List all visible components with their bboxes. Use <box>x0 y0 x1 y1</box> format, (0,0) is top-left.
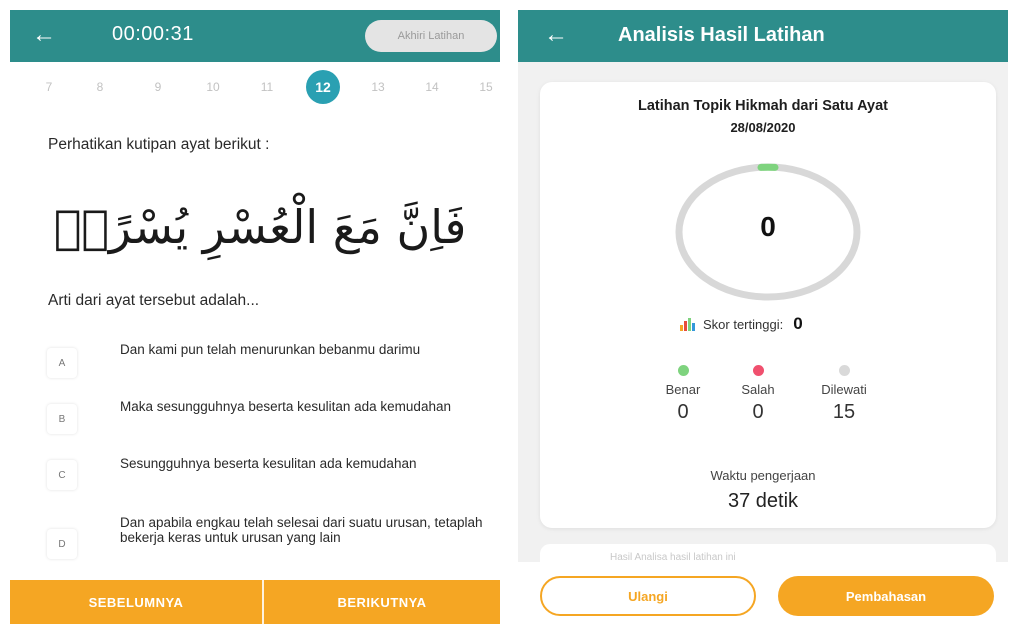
bar-chart-icon <box>680 318 695 331</box>
stat-correct: Benar 0 <box>643 365 723 424</box>
stat-label: Dilewati <box>821 382 867 397</box>
result-header: ← Analisis Hasil Latihan <box>518 10 1008 62</box>
result-card <box>540 82 996 528</box>
option-letter: C <box>47 460 77 490</box>
stat-label: Benar <box>665 382 701 397</box>
stat-label: Salah <box>741 382 775 397</box>
page-title: Analisis Hasil Latihan <box>618 24 825 46</box>
duration-label: Waktu pengerjaan <box>710 468 816 483</box>
arabic-verse: فَاِنَّ مَعَ الْعُسْرِ يُسْرًاۙ <box>53 200 467 254</box>
question-number[interactable]: 8 <box>83 70 117 104</box>
question-number-active[interactable]: 12 <box>306 70 340 104</box>
wrong-dot-icon <box>752 365 764 376</box>
question-number[interactable]: 14 <box>415 70 449 104</box>
option-text: Maka sesungguhnya beserta kesulitan ada … <box>120 399 451 414</box>
question-text: Arti dari ayat tersebut adalah... <box>48 292 260 309</box>
best-score-label: Skor tertinggi: <box>703 316 784 332</box>
result-screen: ← Analisis Hasil Latihan Latihan Topik H… <box>518 10 1008 624</box>
practice-title: Latihan Topik Hikmah dari Satu Ayat <box>637 98 889 114</box>
quiz-screen: ← 00:00:31 Akhiri Latihan 7 8 9 10 11 12… <box>10 10 500 624</box>
stat-value: 15 <box>832 401 856 423</box>
end-practice-button[interactable]: Akhiri Latihan <box>365 20 497 52</box>
practice-date: 28/08/2020 <box>730 120 796 135</box>
question-number-bar: 7 8 9 10 11 12 13 14 15 <box>10 70 500 106</box>
previous-button[interactable]: SEBELUMNYA <box>10 580 262 624</box>
quiz-footer: SEBELUMNYA BERIKUTNYA <box>10 580 500 624</box>
skipped-dot-icon <box>838 365 850 376</box>
result-footer: Ulangi Pembahasan <box>518 562 1008 624</box>
best-score-value: 0 <box>793 314 803 333</box>
score-value: 0 <box>760 211 776 242</box>
question-number[interactable]: 9 <box>141 70 175 104</box>
question-number[interactable]: 15 <box>469 70 500 104</box>
next-button[interactable]: BERIKUTNYA <box>264 580 500 624</box>
quiz-header: ← 00:00:31 Akhiri Latihan <box>10 10 500 62</box>
option-text: Dan apabila engkau telah selesai dari su… <box>120 515 483 545</box>
option-letter: D <box>47 529 77 559</box>
option-letter: A <box>47 348 77 378</box>
stat-skipped: Dilewati 15 <box>804 365 884 424</box>
option-letter: B <box>47 404 77 434</box>
question-number[interactable]: 13 <box>361 70 395 104</box>
question-number[interactable]: 10 <box>196 70 230 104</box>
question-number[interactable]: 11 <box>250 70 284 104</box>
stat-wrong: Salah 0 <box>718 365 798 424</box>
back-arrow-icon[interactable]: ← <box>32 23 56 47</box>
timer: 00:00:31 <box>112 23 194 45</box>
option-text: Sesungguhnya beserta kesulitan ada kemud… <box>120 456 417 471</box>
question-number[interactable]: 7 <box>32 70 66 104</box>
discussion-button[interactable]: Pembahasan <box>778 576 994 616</box>
duration-value: 37 detik <box>727 490 799 512</box>
question-prompt: Perhatikan kutipan ayat berikut : <box>48 136 270 153</box>
best-score: Skor tertinggi: 0 <box>679 313 803 335</box>
option-text: Dan kami pun telah menurunkan bebanmu da… <box>120 342 421 357</box>
retry-button[interactable]: Ulangi <box>540 576 756 616</box>
back-arrow-icon[interactable]: ← <box>544 23 568 47</box>
correct-dot-icon <box>677 365 689 376</box>
stat-value: 0 <box>752 401 764 423</box>
stat-value: 0 <box>677 401 689 423</box>
